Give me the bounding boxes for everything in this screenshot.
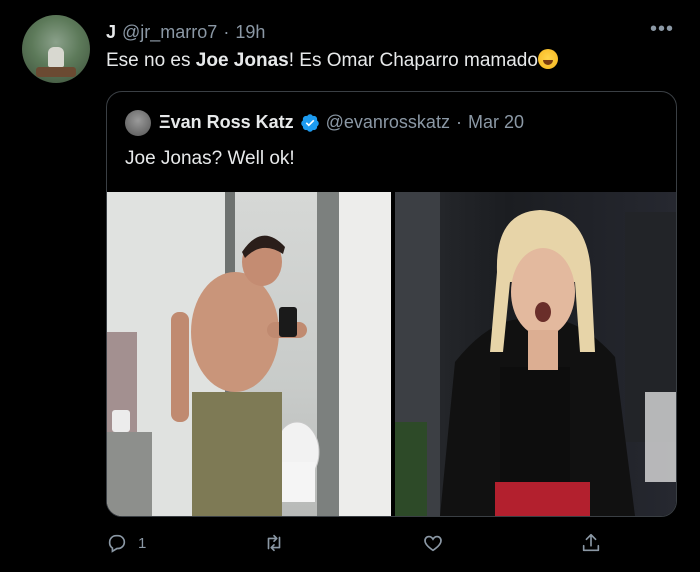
quoted-separator: · bbox=[455, 112, 462, 132]
more-icon[interactable]: ••• bbox=[650, 18, 674, 41]
share-action[interactable] bbox=[580, 530, 602, 556]
quoted-date: Mar 20 bbox=[467, 112, 524, 132]
retweet-icon bbox=[267, 534, 281, 552]
tweet-time[interactable]: 19h bbox=[235, 22, 265, 43]
quoted-text: Joe Jonas? Well ok! bbox=[125, 148, 295, 169]
author-avatar[interactable] bbox=[22, 15, 90, 83]
share-icon bbox=[582, 533, 600, 552]
shocked-woman-illustration bbox=[395, 192, 676, 516]
tweet-text-after: ! Es Omar Chaparro mamado bbox=[288, 50, 538, 71]
quoted-author-name: Ξvan Ross Katz bbox=[159, 112, 294, 132]
verified-icon bbox=[300, 113, 319, 132]
reply-action[interactable]: 1 bbox=[106, 530, 146, 556]
avatar-figure bbox=[48, 47, 64, 67]
quoted-author-avatar bbox=[125, 110, 151, 136]
avatar-rock bbox=[36, 67, 76, 77]
media-photo-mirror-selfie[interactable] bbox=[107, 192, 391, 516]
rolling-on-floor-laughing-emoji bbox=[537, 49, 558, 69]
quoted-media[interactable] bbox=[107, 192, 676, 516]
tweet-header: J @jr_marro7 · 19h bbox=[106, 22, 265, 43]
like-icon bbox=[424, 535, 442, 552]
reply-icon bbox=[108, 534, 126, 553]
author-handle[interactable]: @jr_marro7 bbox=[122, 22, 217, 43]
media-photo-shocked-woman[interactable] bbox=[395, 192, 676, 516]
quoted-tweet[interactable]: Ξvan Ross Katz @evanrosskatz · Mar 20 Jo… bbox=[106, 91, 677, 517]
tweet-text-before: Ese no es bbox=[106, 50, 196, 71]
retweet-action[interactable] bbox=[263, 530, 295, 556]
author-name[interactable]: J bbox=[106, 22, 116, 43]
header-separator: · bbox=[223, 22, 230, 42]
quoted-author-handle: @evanrosskatz bbox=[325, 112, 450, 132]
reply-count: 1 bbox=[138, 534, 147, 552]
tweet-text-bold: Joe Jonas bbox=[195, 50, 289, 71]
tweet-text: Ese no es Joe Jonas! Es Omar Chaparro ma… bbox=[106, 49, 558, 72]
like-action[interactable] bbox=[422, 530, 454, 556]
quoted-header: Ξvan Ross Katz @evanrosskatz · Mar 20 bbox=[159, 112, 524, 133]
mirror-selfie-illustration bbox=[107, 192, 391, 516]
